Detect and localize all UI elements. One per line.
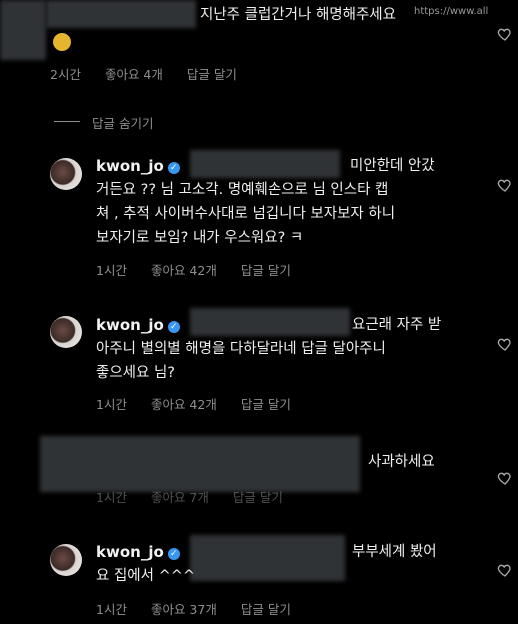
reply-4-line1-suffix: 부부세계 봤어: [352, 544, 437, 560]
reply-1-line3: 쳐 , 추적 사이버수사대로 넘깁니다 보자보자 하니: [96, 206, 396, 222]
verified-badge-icon: ✓: [167, 321, 180, 333]
comment-time: 1시간: [96, 602, 127, 617]
username[interactable]: kwon_jo: [96, 543, 164, 561]
avatar[interactable]: [50, 316, 82, 348]
hide-replies-line: [54, 121, 80, 122]
comment-time: 1시간: [96, 490, 127, 505]
like-count[interactable]: 좋아요 37개: [151, 599, 217, 618]
redacted-mention: [190, 535, 345, 581]
hide-replies-button[interactable]: 답글 숨기기: [92, 113, 153, 132]
comment-time: 1시간: [96, 397, 127, 412]
redacted-mention: [190, 308, 350, 336]
verified-badge-icon: ✓: [167, 548, 180, 560]
comment-time: 2시간: [50, 67, 81, 82]
heart-outline-icon[interactable]: [497, 470, 513, 486]
reply-2-header: kwon_jo ✓: [96, 313, 180, 338]
like-count[interactable]: 좋아요 42개: [151, 394, 217, 413]
reply-1-header: kwon_jo ✓: [96, 154, 180, 179]
reply-1-meta: 1시간 좋아요 42개 답글 달기: [96, 260, 291, 279]
redacted-comment-block: [40, 436, 360, 492]
avatar[interactable]: [50, 544, 82, 576]
reply-button[interactable]: 답글 달기: [241, 394, 291, 413]
heart-outline-icon[interactable]: [497, 177, 513, 193]
reply-2-line3: 좋으세요 님?: [96, 365, 176, 381]
reply-3-line1-suffix: 사과하세요: [368, 454, 435, 470]
verified-badge-icon: ✓: [167, 162, 180, 174]
heart-outline-icon[interactable]: [497, 336, 513, 352]
redacted-username-top: [46, 0, 196, 28]
like-count[interactable]: 좋아요 42개: [151, 260, 217, 279]
top-comment-meta: 2시간 좋아요 4개 답글 달기: [50, 64, 237, 83]
reply-button[interactable]: 답글 달기: [187, 64, 237, 83]
like-count[interactable]: 좋아요 7개: [151, 487, 209, 506]
reply-button[interactable]: 답글 달기: [241, 260, 291, 279]
emoji-icon: [53, 33, 71, 51]
reply-2-line2: 아주니 별의별 해명을 다하달라네 답글 달아주니: [96, 341, 386, 357]
reply-4-header: kwon_jo ✓: [96, 540, 180, 565]
avatar[interactable]: [50, 158, 82, 190]
reply-button[interactable]: 답글 달기: [233, 487, 283, 506]
reply-button[interactable]: 답글 달기: [241, 599, 291, 618]
redacted-avatar-top: [0, 0, 46, 60]
reply-2-meta: 1시간 좋아요 42개 답글 달기: [96, 394, 291, 413]
heart-outline-icon[interactable]: [497, 26, 513, 42]
heart-outline-icon[interactable]: [497, 562, 513, 578]
reply-2-line1-suffix: 요근래 자주 받: [352, 317, 442, 333]
reply-4-line2: 요 집에서 ^^^: [96, 568, 196, 584]
comment-time: 1시간: [96, 263, 127, 278]
reply-3-meta: 1시간 좋아요 7개 답글 달기: [96, 487, 283, 506]
redacted-mention: [190, 150, 340, 178]
reply-4-meta: 1시간 좋아요 37개 답글 달기: [96, 599, 291, 618]
reply-1-line1-suffix: 미안한데 안갔: [350, 158, 435, 174]
top-comment-text: 지난주 클럽간거나 해명해주세요: [200, 7, 396, 23]
username[interactable]: kwon_jo: [96, 316, 164, 334]
like-count[interactable]: 좋아요 4개: [105, 64, 163, 83]
watermark-text: https://www.all: [414, 6, 489, 17]
reply-1-line2: 거든요 ?? 님 고소각. 명예훼손으로 님 인스타 캡: [96, 182, 389, 198]
reply-1-line4: 보자기로 보임? 내가 우스워요? ㅋ: [96, 230, 304, 246]
username[interactable]: kwon_jo: [96, 157, 164, 175]
